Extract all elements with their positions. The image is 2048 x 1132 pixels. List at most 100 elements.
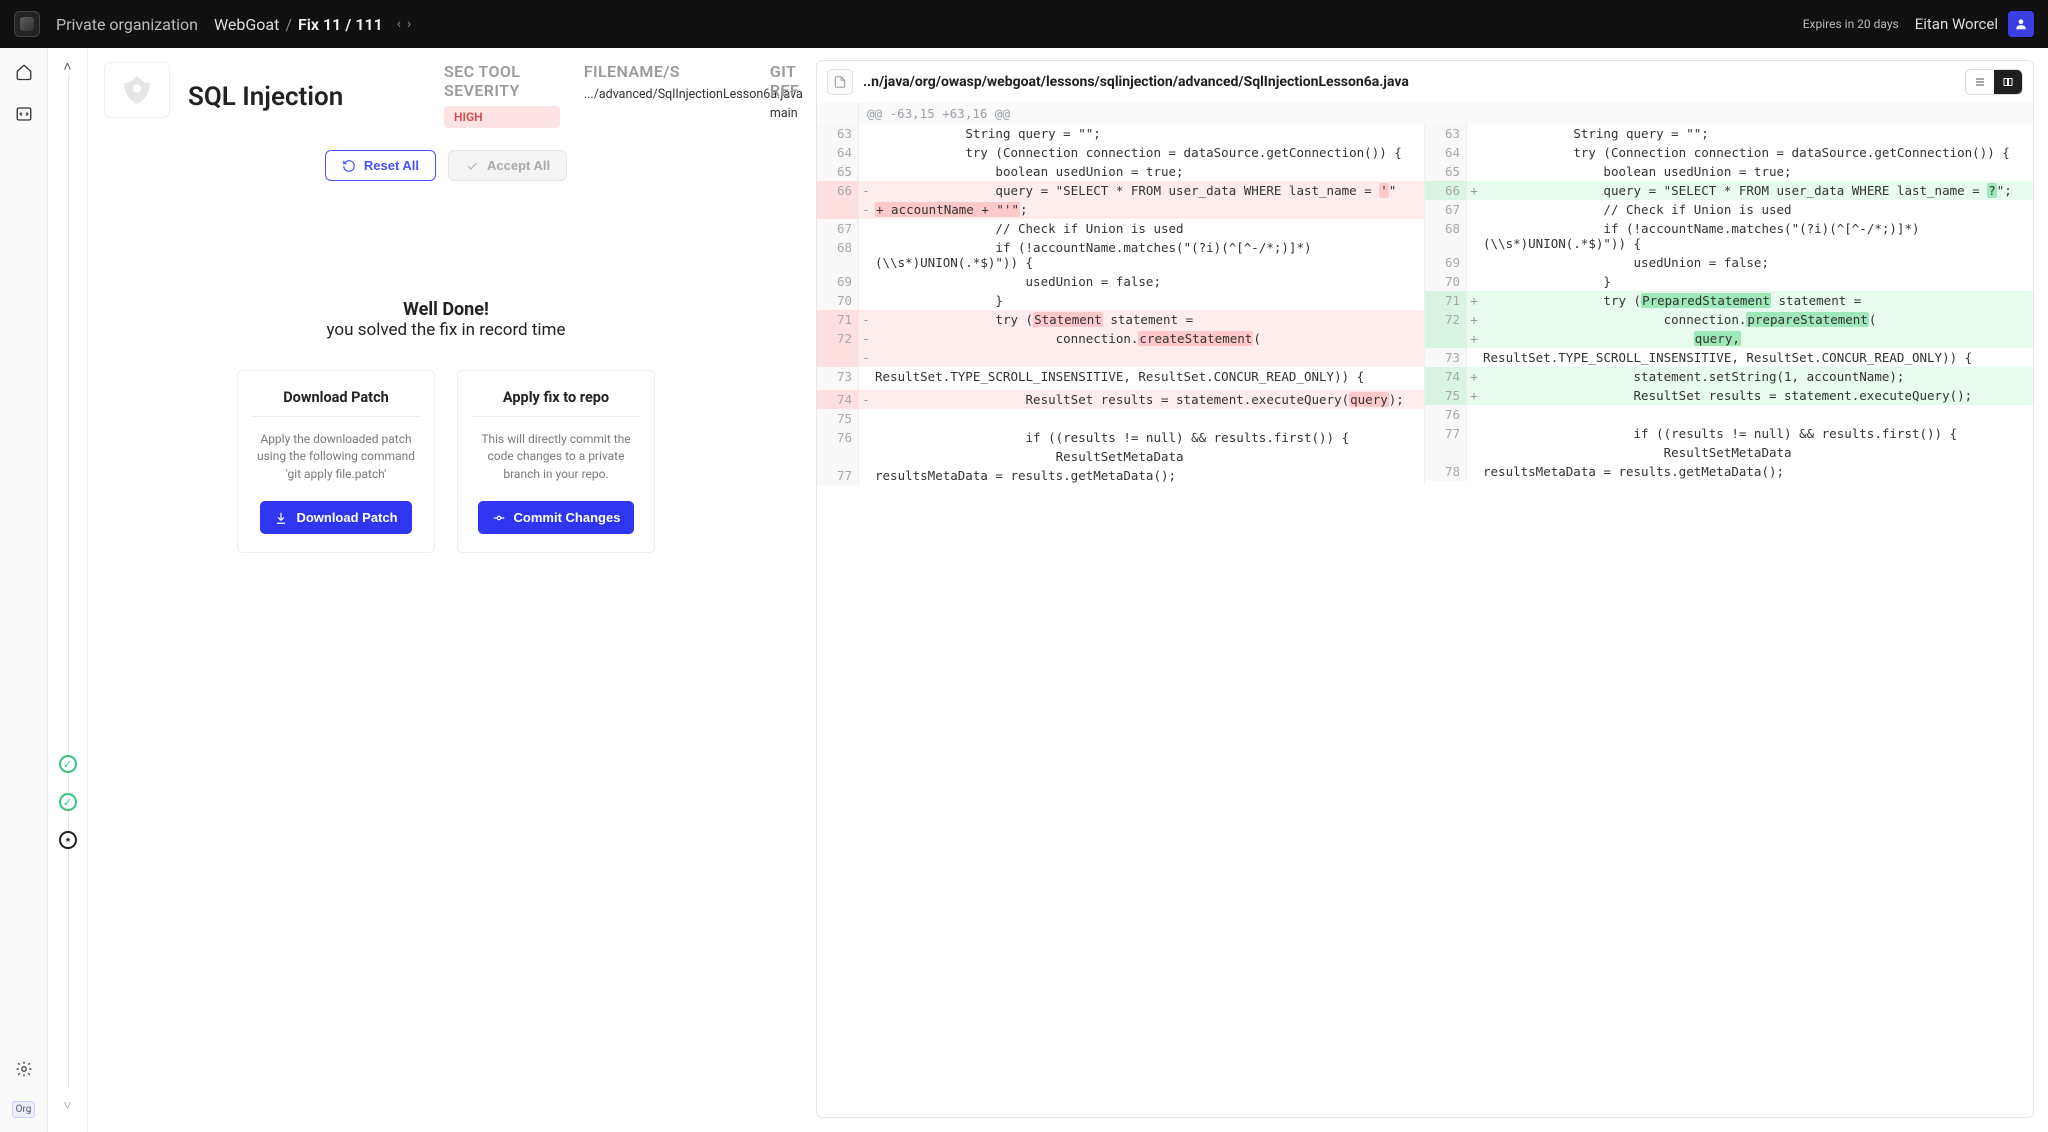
reset-all-label: Reset All xyxy=(364,158,419,173)
diff-sign: + xyxy=(1467,386,1481,405)
unified-view-icon[interactable] xyxy=(1966,70,1994,94)
diff-sign xyxy=(859,447,873,466)
line-number xyxy=(1425,329,1467,348)
prev-fix-icon[interactable]: ‹ xyxy=(395,16,403,32)
code-line xyxy=(1481,405,2033,424)
breadcrumb: WebGoat / Fix 11 / 111 ‹ › xyxy=(214,15,413,34)
topbar: Private organization WebGoat / Fix 11 / … xyxy=(0,0,2048,48)
diff-sign xyxy=(1467,200,1481,219)
diff-sign: + xyxy=(1467,291,1481,310)
diff-row: 68 if (!accountName.matches("(?i)(^[^-/*… xyxy=(1425,219,2033,253)
org-name[interactable]: Private organization xyxy=(56,15,198,34)
sidebar: Org xyxy=(0,48,48,1132)
breadcrumb-fix[interactable]: Fix 11 / 111 xyxy=(298,15,383,34)
commit-changes-button[interactable]: Commit Changes xyxy=(478,501,635,534)
code-line: + accountName + "'"; xyxy=(873,200,1424,219)
collapse-up-icon[interactable]: ˄ xyxy=(63,58,71,75)
diff-sign xyxy=(1467,124,1481,143)
collapse-down-icon[interactable]: ˅ xyxy=(63,1089,71,1122)
code-line: boolean usedUnion = true; xyxy=(1481,162,2033,181)
diff-left: 63 String query = "";64 try (Connection … xyxy=(817,124,1425,485)
code-line xyxy=(873,348,1424,367)
step-current-icon[interactable] xyxy=(59,831,77,849)
user-menu[interactable]: Eitan Worcel xyxy=(1915,11,2034,37)
line-number: 66 xyxy=(1425,181,1467,200)
next-fix-icon[interactable]: › xyxy=(405,16,413,32)
org-badge[interactable]: Org xyxy=(12,1101,36,1118)
diff-sign: - xyxy=(859,348,873,367)
right-panel: ..n/java/org/owasp/webgoat/lessons/sqlin… xyxy=(808,48,2048,1132)
diff-row: 68 if (!accountName.matches("(?i)(^[^-/*… xyxy=(817,238,1424,272)
code-line: connection.createStatement( xyxy=(873,329,1424,348)
diff-sign xyxy=(1467,348,1481,367)
diff-sign xyxy=(859,466,873,485)
code-line: if ((results != null) && results.first()… xyxy=(873,428,1424,447)
step-gutter: ˄ ✓ ✓ ˅ xyxy=(48,48,88,1132)
accept-all-button: Accept All xyxy=(448,150,567,181)
code-icon[interactable] xyxy=(14,104,34,124)
diff-split: 63 String query = "";64 try (Connection … xyxy=(817,124,2033,485)
code-line: query, xyxy=(1481,329,2033,348)
left-panel: ˄ ✓ ✓ ˅ xyxy=(48,48,808,1132)
diff-row: 73ResultSet.TYPE_SCROLL_INSENSITIVE, Res… xyxy=(1425,348,2033,367)
breadcrumb-repo[interactable]: WebGoat xyxy=(214,15,279,34)
line-number: 65 xyxy=(1425,162,1467,181)
download-patch-desc: Apply the downloaded patch using the fol… xyxy=(252,431,420,489)
line-number: 67 xyxy=(817,219,859,238)
file-path: ..n/java/org/owasp/webgoat/lessons/sqlin… xyxy=(863,74,1955,90)
diff-row: 70 } xyxy=(1425,272,2033,291)
code-line: query = "SELECT * FROM user_data WHERE l… xyxy=(1481,181,2033,200)
line-number: 69 xyxy=(817,272,859,291)
line-number: 73 xyxy=(1425,348,1467,367)
diff-row: 76 if ((results != null) && results.firs… xyxy=(817,428,1424,447)
app-logo-icon[interactable] xyxy=(14,11,40,37)
diff-sign xyxy=(859,162,873,181)
code-line: String query = ""; xyxy=(1481,124,2033,143)
meta-filename-label: FILENAME/S xyxy=(584,62,746,81)
code-line: try (Statement statement = xyxy=(873,310,1424,329)
breadcrumb-sep: / xyxy=(285,15,292,34)
line-number: 71 xyxy=(1425,291,1467,310)
diff-sign: + xyxy=(1467,329,1481,348)
home-icon[interactable] xyxy=(14,62,34,82)
line-number: 75 xyxy=(817,409,859,428)
license-expires: Expires in 20 days xyxy=(1803,17,1899,31)
diff-body[interactable]: @@ -63,15 +63,16 @@ 63 String query = ""… xyxy=(817,103,2033,1117)
diff-row: 72- connection.createStatement( xyxy=(817,329,1424,348)
line-number xyxy=(817,200,859,219)
line-number: 72 xyxy=(1425,310,1467,329)
line-number: 76 xyxy=(1425,405,1467,424)
diff-sign xyxy=(1467,462,1481,481)
step-done-icon[interactable]: ✓ xyxy=(59,755,77,773)
step-done-icon[interactable]: ✓ xyxy=(59,793,77,811)
reset-all-button[interactable]: Reset All xyxy=(325,150,436,181)
code-line: statement.setString(1, accountName); xyxy=(1481,367,2033,386)
issue-header: SQL Injection SEC TOOL SEVERITYHIGH FILE… xyxy=(96,54,796,138)
code-line: ResultSet results = statement.executeQue… xyxy=(873,390,1424,409)
diff-row: 71+ try (PreparedStatement statement = xyxy=(1425,291,2033,310)
download-patch-button[interactable]: Download Patch xyxy=(260,501,411,534)
line-number: 77 xyxy=(817,466,859,485)
code-line: if ((results != null) && results.first()… xyxy=(1481,424,2033,443)
apply-fix-title: Apply fix to repo xyxy=(472,389,640,406)
settings-icon[interactable] xyxy=(14,1059,34,1079)
diff-sign xyxy=(859,124,873,143)
code-line: if (!accountName.matches("(?i)(^[^-/*;)]… xyxy=(873,238,1424,272)
diff-right: 63 String query = "";64 try (Connection … xyxy=(1425,124,2033,485)
diff-row: 77resultsMetaData = results.getMetaData(… xyxy=(817,466,1424,485)
diff-sign xyxy=(1467,443,1481,462)
diff-row: 71- try (Statement statement = xyxy=(817,310,1424,329)
diff-sign: - xyxy=(859,181,873,200)
code-line: ResultSetMetaData xyxy=(873,447,1424,466)
diff-row: 64 try (Connection connection = dataSour… xyxy=(1425,143,2033,162)
diff-sign xyxy=(1467,424,1481,443)
diff-sign xyxy=(1467,143,1481,162)
diff-row: 70 } xyxy=(817,291,1424,310)
diff-row: 65 boolean usedUnion = true; xyxy=(817,162,1424,181)
meta-gitref-label: GIT REF xyxy=(770,62,808,100)
diff-sign: - xyxy=(859,390,873,409)
issue-type-icon xyxy=(104,62,170,118)
split-view-icon[interactable] xyxy=(1994,70,2022,94)
diff-row: 63 String query = ""; xyxy=(1425,124,2033,143)
well-done: Well Done! you solved the fix in record … xyxy=(96,299,796,340)
